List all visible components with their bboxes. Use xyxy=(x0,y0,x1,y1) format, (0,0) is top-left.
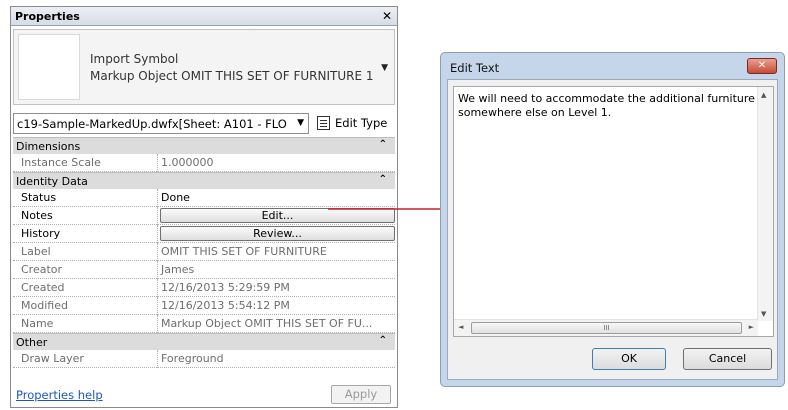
type-name: Markup Object OMIT THIS SET OF FURNITURE… xyxy=(90,69,374,83)
type-selector[interactable]: Import Symbol Markup Object OMIT THIS SE… xyxy=(13,29,395,105)
scroll-up-icon[interactable]: ▲ xyxy=(761,91,766,99)
instance-filter-value: c19-Sample-MarkedUp.dwfx[Sheet: A101 - F… xyxy=(17,117,287,131)
edit-type-icon xyxy=(317,116,330,130)
scroll-right-icon[interactable]: ► xyxy=(749,323,754,331)
horizontal-scrollbar[interactable]: ◄ III ► xyxy=(454,319,758,336)
properties-footer: Properties help Apply xyxy=(11,383,397,407)
property-row-created: Created 12/16/2013 5:29:59 PM xyxy=(13,279,395,297)
edit-type-label: Edit Type xyxy=(335,116,388,130)
instance-filter-row: c19-Sample-MarkedUp.dwfx[Sheet: A101 - F… xyxy=(13,113,395,135)
history-review-button[interactable]: Review... xyxy=(160,226,395,241)
group-dimensions[interactable]: Dimensions ⌃ xyxy=(13,137,395,154)
apply-button[interactable]: Apply xyxy=(331,385,391,404)
instance-filter-select[interactable]: c19-Sample-MarkedUp.dwfx[Sheet: A101 - F… xyxy=(13,113,309,134)
property-value: 12/16/2013 5:29:59 PM xyxy=(161,281,290,294)
property-key: Name xyxy=(13,315,158,333)
property-value: James xyxy=(161,263,195,276)
properties-title-bar: Properties ✕ xyxy=(11,7,397,26)
property-key: Draw Layer xyxy=(13,350,158,368)
properties-title: Properties xyxy=(15,10,80,23)
property-key: Label xyxy=(13,243,158,261)
chevron-down-icon[interactable]: ▼ xyxy=(297,118,304,128)
edit-text-dialog: Edit Text ✕ We will need to accommodate … xyxy=(440,52,785,387)
property-row-creator: Creator James xyxy=(13,261,395,279)
notes-textarea[interactable]: We will need to accommodate the addition… xyxy=(453,86,774,337)
property-value: Markup Object OMIT THIS SET OF FU... xyxy=(161,317,373,330)
property-row-label: Label OMIT THIS SET OF FURNITURE xyxy=(13,243,395,261)
vertical-scrollbar[interactable]: ▲ ▼ xyxy=(757,87,773,321)
group-other[interactable]: Other ⌃ xyxy=(13,333,395,350)
close-icon[interactable]: ✕ xyxy=(747,58,777,74)
property-key: History xyxy=(13,225,158,243)
type-family-name: Import Symbol xyxy=(90,52,179,66)
scroll-down-icon[interactable]: ▼ xyxy=(761,310,766,318)
collapse-icon[interactable]: ⌃ xyxy=(379,174,387,185)
chevron-down-icon[interactable]: ▼ xyxy=(381,63,388,73)
property-value: Foreground xyxy=(161,352,224,365)
property-row-instance-scale: Instance Scale 1.000000 xyxy=(13,154,395,172)
property-value: OMIT THIS SET OF FURNITURE xyxy=(161,245,327,258)
property-row-name: Name Markup Object OMIT THIS SET OF FU..… xyxy=(13,315,395,333)
property-key: Creator xyxy=(13,261,158,279)
property-value: 12/16/2013 5:54:12 PM xyxy=(161,299,290,312)
group-title: Identity Data xyxy=(16,175,88,188)
type-preview-image xyxy=(18,34,80,100)
property-grid: Dimensions ⌃ Instance Scale 1.000000 Ide… xyxy=(13,137,395,368)
property-row-history: History Review... xyxy=(13,225,395,243)
ok-button[interactable]: OK xyxy=(592,348,666,370)
dialog-body: We will need to accommodate the addition… xyxy=(447,79,778,380)
collapse-icon[interactable]: ⌃ xyxy=(379,139,387,150)
collapse-icon[interactable]: ⌃ xyxy=(379,335,387,346)
close-icon[interactable]: ✕ xyxy=(382,9,392,23)
property-key: Created xyxy=(13,279,158,297)
scrollbar-thumb[interactable]: III xyxy=(471,322,742,334)
property-key: Notes xyxy=(13,207,158,225)
property-row-modified: Modified 12/16/2013 5:54:12 PM xyxy=(13,297,395,315)
group-title: Dimensions xyxy=(16,140,81,153)
group-identity-data[interactable]: Identity Data ⌃ xyxy=(13,172,395,189)
property-key: Status xyxy=(13,189,158,207)
properties-help-link[interactable]: Properties help xyxy=(16,388,103,402)
dialog-title: Edit Text xyxy=(450,61,500,75)
notes-text[interactable]: We will need to accommodate the addition… xyxy=(458,92,758,120)
scroll-left-icon[interactable]: ◄ xyxy=(458,323,463,331)
property-value: 1.000000 xyxy=(161,156,214,169)
cancel-button[interactable]: Cancel xyxy=(683,348,772,370)
property-key: Modified xyxy=(13,297,158,315)
property-row-draw-layer: Draw Layer Foreground xyxy=(13,350,395,368)
property-key: Instance Scale xyxy=(13,154,158,172)
group-title: Other xyxy=(16,336,48,349)
